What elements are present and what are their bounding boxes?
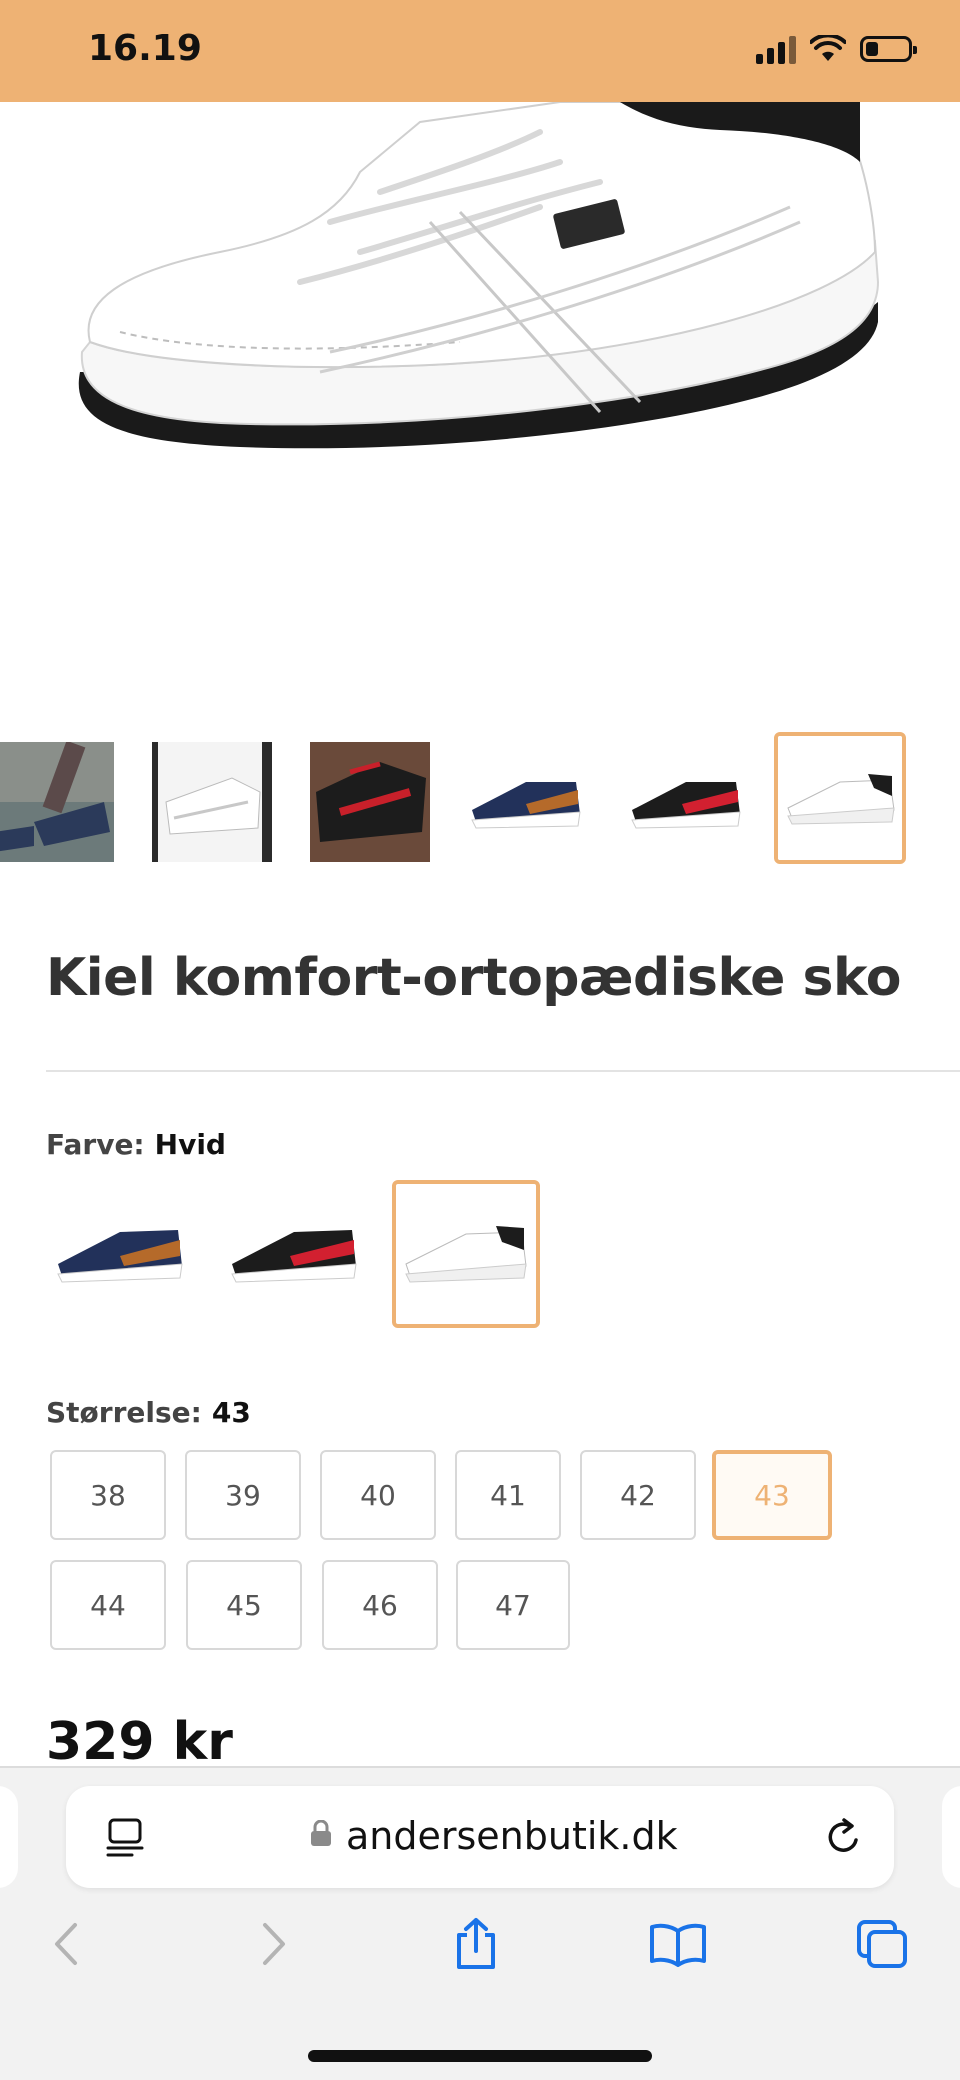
- size-selected-value: 43: [211, 1396, 251, 1429]
- url-text: andersenbutik.dk: [346, 1814, 678, 1858]
- color-swatch-white[interactable]: [392, 1180, 540, 1328]
- share-button[interactable]: [446, 1914, 506, 1974]
- gallery-thumb-1[interactable]: [0, 742, 114, 862]
- forward-button[interactable]: [244, 1914, 304, 1974]
- status-icons: [756, 34, 917, 64]
- size-option-44[interactable]: 44: [50, 1560, 166, 1650]
- gallery-thumbnails: [0, 732, 960, 878]
- size-option-40[interactable]: 40: [320, 1450, 436, 1540]
- color-swatch-blue[interactable]: [46, 1180, 194, 1328]
- color-option-label: Farve: Hvid: [46, 1128, 226, 1161]
- product-price: 329 kr: [46, 1712, 233, 1772]
- home-indicator: [308, 2050, 652, 2062]
- chevron-right-icon: [263, 1923, 285, 1965]
- blue-sneaker-swatch-image: [57, 1230, 183, 1283]
- color-label-text: Farve:: [46, 1128, 145, 1161]
- lock-icon: [311, 1820, 331, 1846]
- status-time: 16.19: [88, 28, 202, 69]
- white-sneakers-held-thumb: [152, 742, 272, 862]
- size-option-42[interactable]: 42: [580, 1450, 696, 1540]
- tabs-icon: [857, 1920, 907, 1968]
- white-sneaker-swatch-image: [405, 1226, 527, 1283]
- white-sneaker-image: [78, 102, 880, 449]
- size-option-47[interactable]: 47: [456, 1560, 570, 1650]
- size-option-46[interactable]: 46: [322, 1560, 438, 1650]
- black-red-sneaker-thumb: [626, 742, 746, 862]
- person-walking-blue-sneakers-thumb: [0, 742, 114, 862]
- white-sneaker-thumb: [778, 736, 902, 860]
- gallery-thumb-3[interactable]: [310, 742, 430, 862]
- product-main-image[interactable]: [0, 102, 960, 692]
- size-option-38[interactable]: 38: [50, 1450, 166, 1540]
- previous-tab-edge[interactable]: [0, 1786, 18, 1888]
- gallery-thumb-5[interactable]: [626, 742, 746, 862]
- size-label-text: Størrelse:: [46, 1396, 202, 1429]
- blue-sneaker-thumb: [466, 742, 586, 862]
- share-icon: [457, 1918, 495, 1969]
- gallery-thumb-4[interactable]: [466, 742, 586, 862]
- status-bar: 16.19: [0, 0, 960, 102]
- bookmarks-button[interactable]: [648, 1914, 708, 1974]
- tabs-button[interactable]: [852, 1914, 912, 1974]
- size-option-label: Størrelse: 43: [46, 1396, 251, 1429]
- black-red-sneaker-swatch-image: [231, 1230, 357, 1283]
- back-button[interactable]: [36, 1914, 96, 1974]
- address-bar[interactable]: andersenbutik.dk: [66, 1786, 894, 1888]
- cellular-signal-icon: [756, 34, 796, 64]
- divider: [46, 1070, 960, 1072]
- gallery-thumb-6[interactable]: [774, 732, 906, 864]
- product-title: Kiel komfort-ortopædiske sko: [46, 948, 901, 1008]
- browser-bottom-bar: andersenbutik.dk: [0, 1766, 960, 2080]
- next-tab-edge[interactable]: [942, 1786, 960, 1888]
- size-option-43[interactable]: 43: [712, 1450, 832, 1540]
- reload-icon[interactable]: [824, 1816, 864, 1858]
- browser-toolbar: [0, 1914, 960, 2004]
- black-red-sneakers-held-thumb: [310, 742, 430, 862]
- color-swatch-black-red[interactable]: [220, 1180, 368, 1328]
- page-menu-icon[interactable]: [106, 1818, 144, 1858]
- chevron-left-icon: [55, 1923, 77, 1965]
- book-icon: [650, 1923, 706, 1967]
- gallery-thumb-2[interactable]: [152, 742, 272, 862]
- size-option-41[interactable]: 41: [455, 1450, 561, 1540]
- wifi-icon: [810, 35, 846, 61]
- size-option-45[interactable]: 45: [186, 1560, 302, 1650]
- size-option-39[interactable]: 39: [185, 1450, 301, 1540]
- battery-icon: [860, 36, 917, 62]
- color-selected-value: Hvid: [154, 1128, 226, 1161]
